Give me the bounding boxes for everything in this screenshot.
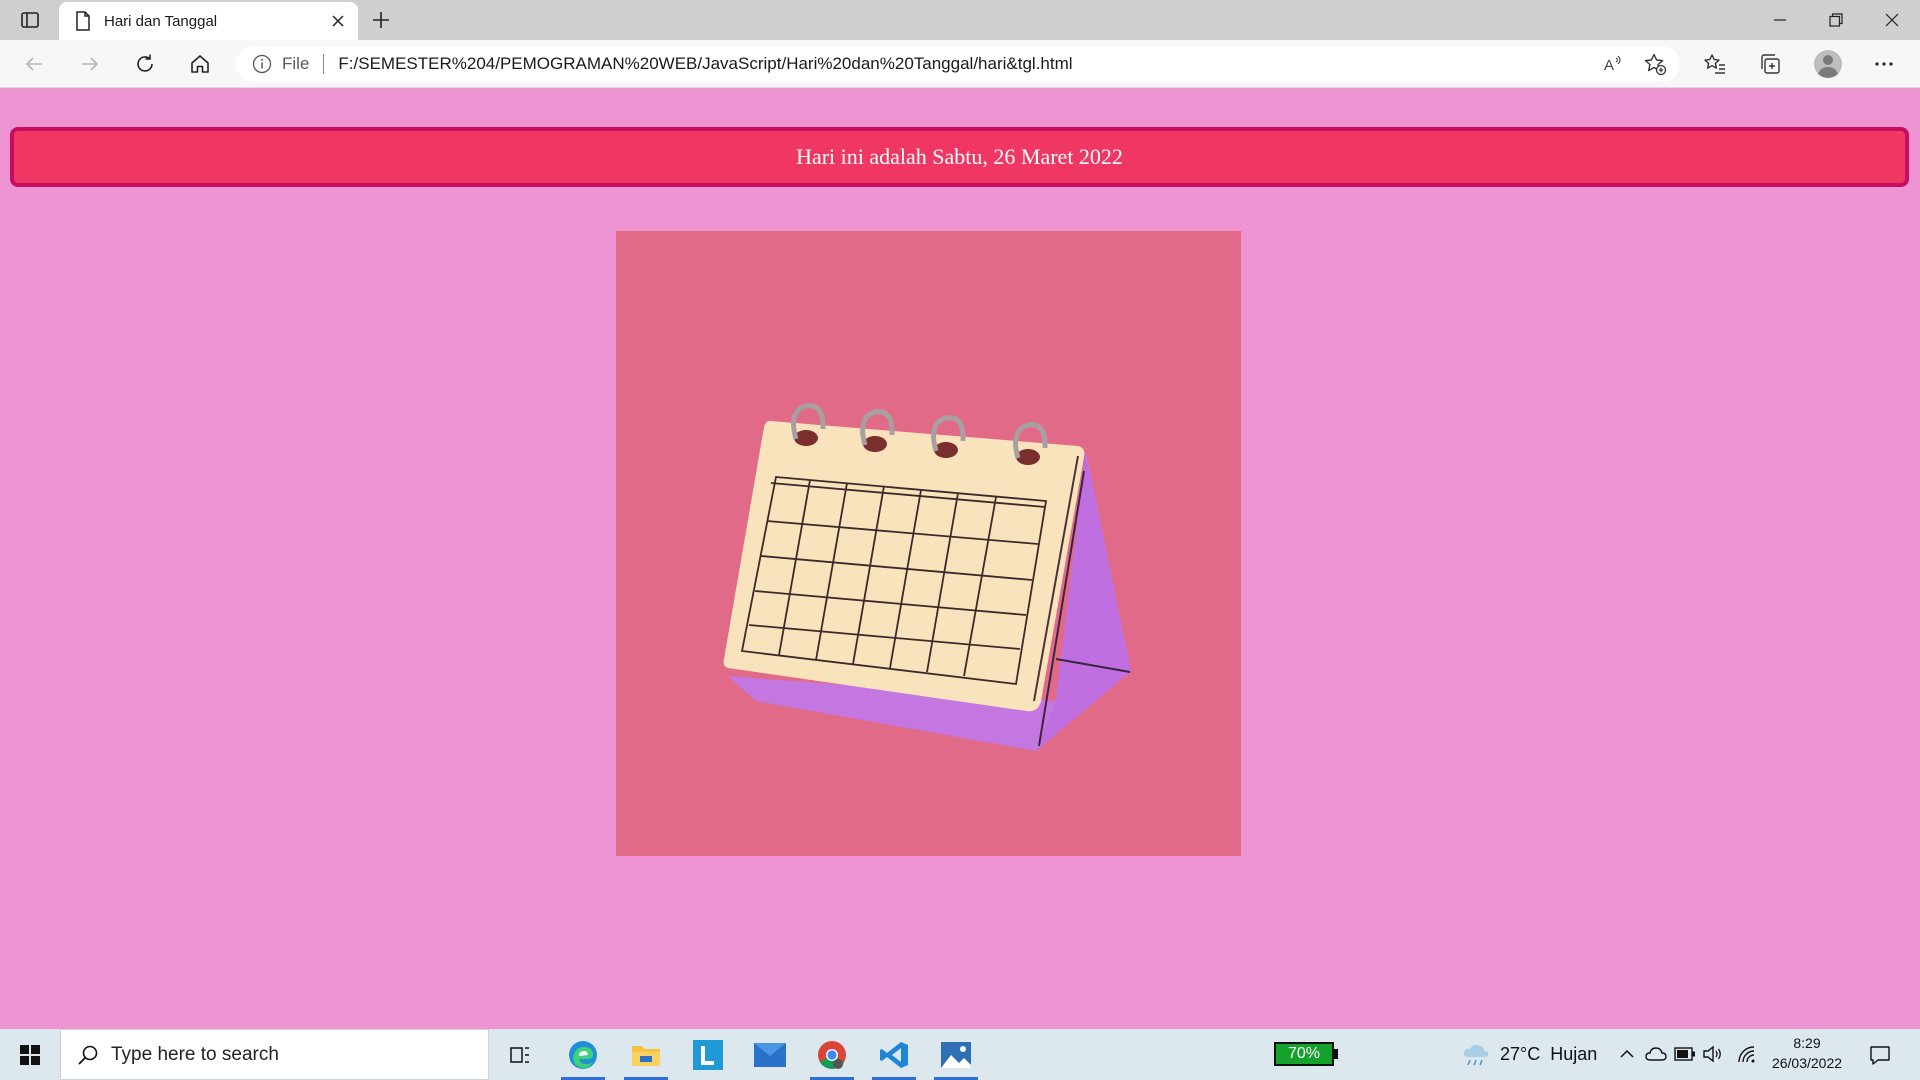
show-hidden-icons-button[interactable] bbox=[1614, 1041, 1640, 1067]
svg-text:A: A bbox=[1604, 57, 1614, 74]
browser-tab-strip: Hari dan Tanggal bbox=[0, 0, 1920, 40]
taskbar-app-file-explorer[interactable] bbox=[620, 1029, 672, 1080]
l-app-icon bbox=[693, 1039, 723, 1070]
window-controls bbox=[1752, 0, 1920, 40]
taskbar-app-vscode[interactable] bbox=[868, 1029, 920, 1080]
taskbar-app-l[interactable] bbox=[682, 1029, 734, 1080]
edge-icon bbox=[569, 1040, 597, 1069]
windows-icon bbox=[20, 1044, 40, 1065]
tab-active[interactable]: Hari dan Tanggal bbox=[59, 2, 358, 40]
mail-icon bbox=[754, 1042, 786, 1067]
search-icon bbox=[75, 1042, 101, 1068]
vscode-icon bbox=[880, 1041, 908, 1068]
favorites-icon bbox=[1704, 54, 1725, 74]
calendar-image bbox=[616, 231, 1241, 856]
refresh-icon bbox=[137, 54, 153, 72]
scheme-label: File bbox=[282, 54, 310, 73]
refresh-button[interactable] bbox=[127, 47, 163, 81]
clock-date: 26/03/2022 bbox=[1771, 1055, 1843, 1071]
task-view-button[interactable] bbox=[494, 1029, 546, 1080]
taskbar-search-input[interactable]: Type here to search bbox=[60, 1029, 489, 1080]
page-content: Hari ini adalah Sabtu, 26 Maret 2022 bbox=[0, 89, 1920, 1029]
windows-taskbar: Type here to search 70% 27°C Hujan 8:29 … bbox=[0, 1029, 1920, 1080]
taskbar-app-edge[interactable] bbox=[557, 1029, 609, 1080]
date-banner: Hari ini adalah Sabtu, 26 Maret 2022 bbox=[10, 127, 1909, 187]
battery-icon bbox=[1674, 1047, 1695, 1061]
address-bar[interactable]: File F:/SEMESTER%204/PEMOGRAMAN%20WEB/Ja… bbox=[236, 46, 1680, 82]
taskbar-app-chrome[interactable] bbox=[806, 1029, 858, 1080]
taskbar-app-photos[interactable] bbox=[930, 1029, 982, 1080]
read-aloud-icon[interactable]: A bbox=[1596, 47, 1630, 81]
back-button[interactable] bbox=[16, 47, 52, 81]
arrow-left-icon bbox=[25, 57, 42, 71]
notification-icon bbox=[1870, 1046, 1890, 1065]
collections-icon bbox=[1761, 54, 1780, 74]
taskbar-clock[interactable]: 8:29 26/03/2022 bbox=[1762, 1033, 1852, 1077]
chevron-up-icon bbox=[1620, 1049, 1634, 1058]
volume-button[interactable] bbox=[1700, 1041, 1726, 1067]
avatar bbox=[1814, 50, 1842, 78]
start-button[interactable] bbox=[0, 1029, 60, 1080]
wifi-icon bbox=[1738, 1046, 1755, 1063]
search-placeholder: Type here to search bbox=[111, 1043, 279, 1065]
weather-condition: Hujan bbox=[1550, 1044, 1598, 1064]
home-icon bbox=[191, 55, 209, 73]
tab-actions-button[interactable] bbox=[10, 5, 50, 35]
minimize-icon bbox=[1774, 19, 1786, 21]
close-window-button[interactable] bbox=[1864, 0, 1920, 40]
url-text[interactable]: F:/SEMESTER%204/PEMOGRAMAN%20WEB/JavaScr… bbox=[338, 54, 1596, 74]
settings-menu-button[interactable] bbox=[1864, 47, 1904, 81]
profile-button[interactable] bbox=[1808, 47, 1848, 81]
speaker-icon bbox=[1703, 1045, 1721, 1063]
favorites-button[interactable] bbox=[1695, 47, 1735, 81]
close-icon bbox=[332, 15, 344, 27]
arrow-right-icon bbox=[82, 57, 99, 71]
chrome-icon bbox=[818, 1040, 846, 1069]
new-tab-button[interactable] bbox=[366, 5, 396, 35]
calendar-illustration bbox=[723, 403, 1131, 751]
clock-time: 8:29 bbox=[1793, 1035, 1821, 1051]
photos-icon bbox=[941, 1041, 971, 1068]
weather-widget[interactable]: 27°C Hujan bbox=[1462, 1029, 1597, 1080]
forward-button[interactable] bbox=[72, 47, 108, 81]
folder-icon bbox=[632, 1045, 660, 1066]
rain-cloud-icon bbox=[1463, 1044, 1489, 1065]
cloud-icon bbox=[1645, 1047, 1667, 1061]
tab-title: Hari dan Tanggal bbox=[104, 12, 218, 30]
tab-actions-icon bbox=[21, 12, 39, 28]
close-icon bbox=[1885, 13, 1899, 27]
close-tab-button[interactable] bbox=[324, 7, 352, 35]
onedrive-button[interactable] bbox=[1643, 1041, 1669, 1067]
network-button[interactable] bbox=[1733, 1041, 1759, 1067]
minimize-button[interactable] bbox=[1752, 0, 1808, 40]
browser-toolbar: File F:/SEMESTER%204/PEMOGRAMAN%20WEB/Ja… bbox=[0, 40, 1920, 88]
date-banner-text: Hari ini adalah Sabtu, 26 Maret 2022 bbox=[796, 144, 1123, 169]
weather-temperature: 27°C bbox=[1500, 1044, 1541, 1064]
collections-button[interactable] bbox=[1750, 47, 1790, 81]
battery-button[interactable] bbox=[1672, 1041, 1698, 1067]
battery-percent-badge: 70% bbox=[1274, 1042, 1334, 1066]
home-button[interactable] bbox=[182, 47, 218, 81]
page-icon bbox=[73, 11, 93, 31]
info-icon[interactable] bbox=[252, 54, 272, 74]
more-icon bbox=[1875, 62, 1893, 66]
restore-icon bbox=[1829, 13, 1843, 27]
restore-button[interactable] bbox=[1808, 0, 1864, 40]
notifications-button[interactable] bbox=[1864, 1039, 1896, 1071]
plus-icon bbox=[373, 12, 389, 28]
address-separator bbox=[323, 54, 325, 74]
battery-tail bbox=[1334, 1049, 1338, 1059]
taskbar-app-mail[interactable] bbox=[744, 1029, 796, 1080]
add-favorite-icon[interactable] bbox=[1638, 47, 1672, 81]
task-view-icon bbox=[510, 1046, 529, 1063]
